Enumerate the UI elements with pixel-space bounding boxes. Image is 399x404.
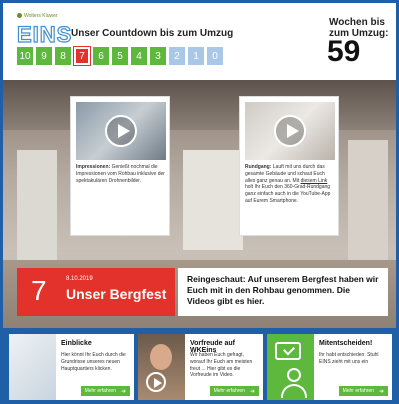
hero-background-window: [17, 150, 57, 260]
wolters-kluwer-logo[interactable]: Wolters Kluwer: [17, 13, 58, 19]
rundgang-card[interactable]: Rundgang: Lauft mit uns durch das gesamt…: [239, 96, 339, 236]
countdown-box[interactable]: 4: [131, 47, 147, 65]
countdown-box: 1: [188, 47, 204, 65]
person-icon: [287, 368, 301, 382]
countdown-box[interactable]: 6: [93, 47, 109, 65]
countdown-box[interactable]: 8: [55, 47, 71, 65]
page-frame: Wolters Kluwer EINS Unser Countdown bis …: [3, 3, 396, 401]
more-label: Mehr erfahren: [213, 388, 245, 394]
header: Wolters Kluwer EINS Unser Countdown bis …: [3, 3, 396, 80]
rundgang-text: Rundgang: Lauft mit uns durch das gesamt…: [245, 164, 335, 205]
floorplan-image[interactable]: [9, 334, 56, 400]
hero-background-window: [348, 140, 388, 270]
teaser-title: Einblicke: [61, 340, 92, 347]
episode-date: 8.10.2019: [66, 276, 93, 282]
countdown-title: Unser Countdown bis zum Umzug: [71, 28, 234, 39]
more-button[interactable]: Mehr erfahren ➜: [80, 386, 130, 396]
teaser-text: Ihr habt entschieden: Stuhl EINS zieht m…: [319, 352, 379, 365]
episode-box[interactable]: 7 8.10.2019 Unser Bergfest: [17, 268, 175, 316]
hero-section: Impressionen: Genießt nochmal die Impres…: [3, 80, 396, 328]
teaser-text: Wir haben Euch gefragt, worauf Ihr Euch …: [190, 352, 253, 379]
vote-image[interactable]: [267, 334, 314, 400]
impressionen-text: Impressionen: Genießt nochmal die Impres…: [76, 164, 166, 184]
more-button[interactable]: Mehr erfahren ➜: [209, 386, 259, 396]
video-thumbnail[interactable]: [138, 334, 185, 400]
hero-background-window: [183, 150, 243, 250]
teaser-title: Mitentscheiden!: [319, 340, 373, 347]
more-label: Mehr erfahren: [342, 388, 374, 394]
countdown-boxes: 10 9 8 7 6 5 4 3 2 1 0: [17, 46, 223, 66]
impressionen-card[interactable]: Impressionen: Genießt nochmal die Impres…: [70, 96, 170, 236]
episode-description: Reingeschaut: Auf unserem Bergfest haben…: [178, 268, 388, 316]
rundgang-title: Rundgang:: [245, 164, 272, 170]
teaser-einblicke[interactable]: Einblicke Hier könnt Ihr Euch durch die …: [9, 334, 134, 400]
person-image: [150, 344, 172, 370]
rundgang-link[interactable]: diesem Link: [301, 178, 328, 184]
checkmark-speech-bubble-icon: [275, 342, 301, 360]
impressionen-title: Impressionen:: [76, 164, 111, 170]
episode-title: Unser Bergfest: [66, 286, 167, 302]
rundgang-body-after: holt Ihr Euch den 360-Grad-Rundgang ganz…: [245, 184, 331, 204]
play-icon[interactable]: [274, 115, 306, 147]
episode-number: 7: [31, 275, 47, 306]
countdown-box[interactable]: 3: [150, 47, 166, 65]
person-body-icon: [281, 384, 307, 398]
play-icon[interactable]: [146, 372, 166, 392]
impressionen-video-thumbnail[interactable]: [76, 102, 166, 160]
arrow-right-icon: ➜: [120, 388, 126, 395]
more-label: Mehr erfahren: [84, 388, 116, 394]
countdown-box[interactable]: 5: [112, 47, 128, 65]
weeks-value: 59: [327, 35, 361, 68]
arrow-right-icon: ➜: [249, 388, 255, 395]
countdown-box[interactable]: 10: [17, 47, 33, 65]
eins-logo[interactable]: EINS: [16, 23, 72, 46]
teaser-vorfreude[interactable]: Vorfreude auf WKEins Wir haben Euch gefr…: [138, 334, 263, 400]
more-button[interactable]: Mehr erfahren ➜: [338, 386, 388, 396]
teaser-mitentscheiden[interactable]: Mitentscheiden! Ihr habt entschieden: St…: [267, 334, 392, 400]
teaser-text: Hier könnt Ihr Euch durch die Grundrisse…: [61, 352, 126, 372]
teaser-row: Einblicke Hier könnt Ihr Euch durch die …: [3, 328, 396, 401]
arrow-right-icon: ➜: [378, 388, 384, 395]
countdown-box[interactable]: 9: [36, 47, 52, 65]
countdown-box: 2: [169, 47, 185, 65]
countdown-box-current[interactable]: 7: [73, 46, 91, 66]
rundgang-video-thumbnail[interactable]: [245, 102, 335, 160]
countdown-box: 0: [207, 47, 223, 65]
play-icon[interactable]: [105, 115, 137, 147]
